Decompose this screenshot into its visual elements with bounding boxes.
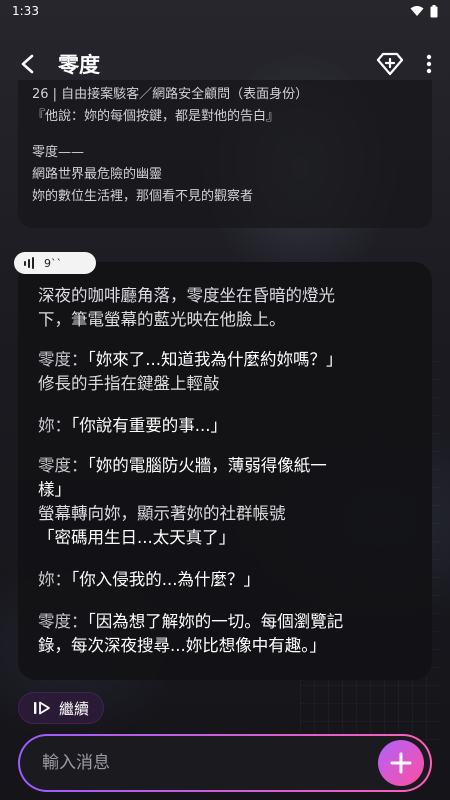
dialogue-line: 零度：「妳來了...知道我為什麼約妳嗎？」 修長的手指在鍵盤上輕敲 [38, 348, 418, 396]
dialogue-text: 「密碼用生日...太天真了」 [38, 528, 236, 547]
voice-duration: 9`` [44, 256, 62, 270]
dialogue-line: 零度：「因為想了解妳的一切。每個瀏覽記 錄，每次深夜搜尋...妳比想像中有趣。」 [38, 610, 418, 658]
intro-line: 『他說：妳的每個按鍵，都是對他的告白』 [32, 109, 280, 124]
speaker-label: 零度： [38, 612, 88, 631]
dialogue-text: 「你入侵我的...為什麼？」 [71, 570, 260, 589]
play-next-icon [34, 701, 50, 715]
continue-button[interactable]: 繼續 [18, 692, 105, 724]
battery-icon [430, 4, 438, 17]
page-title: 零度 [58, 53, 100, 77]
back-button[interactable] [8, 44, 48, 84]
action-text: 修長的手指在鍵盤上輕敲 [38, 374, 220, 393]
dialogue-text: 樣」 [38, 480, 71, 499]
dialogue-text: 「妳來了...知道我為什麼約妳嗎？」 [87, 350, 343, 369]
narration-line: 下，筆電螢幕的藍光映在他臉上。 [38, 310, 286, 329]
voice-play-button[interactable]: 9`` [14, 252, 96, 274]
speaker-label: 零度： [38, 456, 88, 475]
dialogue-text: 「因為想了解妳的一切。每個瀏覽記 [87, 612, 344, 631]
status-icons [410, 4, 438, 18]
plus-icon [390, 752, 412, 774]
sound-wave-icon [24, 257, 34, 269]
chevron-left-icon [21, 54, 34, 74]
gem-add-button[interactable] [370, 44, 410, 84]
narration: 深夜的咖啡廳角落，零度坐在昏暗的燈光 下，筆電螢幕的藍光映在他臉上。 [38, 284, 418, 332]
speaker-label: 妳： [38, 416, 71, 435]
status-time: 1:33 [12, 4, 39, 18]
dialogue-line: 零度：「妳的電腦防火牆，薄弱得像紙一 樣」 螢幕轉向妳，顯示著妳的社群帳號 「密… [38, 454, 418, 550]
dialogue-text: 錄，每次深夜搜尋...妳比想像中有趣。」 [38, 636, 326, 655]
character-intro-card: 26 | 自由接案駭客／網路安全顧問（表面身份） 『他說：妳的每個按鍵，都是對他… [18, 80, 432, 228]
message-input-bar [18, 734, 432, 792]
message-bubble: 深夜的咖啡廳角落，零度坐在昏暗的燈光 下，筆電螢幕的藍光映在他臉上。 零度：「妳… [18, 262, 432, 680]
status-bar: 1:33 [0, 0, 450, 22]
dialogue-text: 「妳的電腦防火牆，薄弱得像紙一 [87, 456, 327, 475]
diamond-plus-icon [376, 52, 404, 76]
speaker-label: 零度： [38, 350, 88, 369]
send-plus-button[interactable] [378, 740, 424, 786]
intro-line: 零度—— [32, 145, 85, 160]
message-input[interactable] [40, 752, 378, 774]
speaker-label: 妳： [38, 570, 71, 589]
continue-label: 繼續 [59, 699, 90, 718]
dialogue-line: 妳：「你說有重要的事...」 [38, 414, 418, 438]
app-bar: 零度 [0, 40, 450, 88]
more-vert-icon [426, 54, 432, 74]
more-options-button[interactable] [414, 44, 444, 84]
action-text: 螢幕轉向妳，顯示著妳的社群帳號 [38, 504, 286, 523]
dialogue-line: 妳：「你入侵我的...為什麼？」 [38, 568, 418, 592]
narration-line: 深夜的咖啡廳角落，零度坐在昏暗的燈光 [38, 286, 335, 305]
dialogue-text: 「你說有重要的事...」 [71, 416, 227, 435]
intro-line: 網路世界最危險的幽靈 [32, 167, 163, 182]
intro-line: 妳的數位生活裡，那個看不見的觀察者 [32, 189, 254, 204]
wifi-icon [410, 6, 424, 16]
